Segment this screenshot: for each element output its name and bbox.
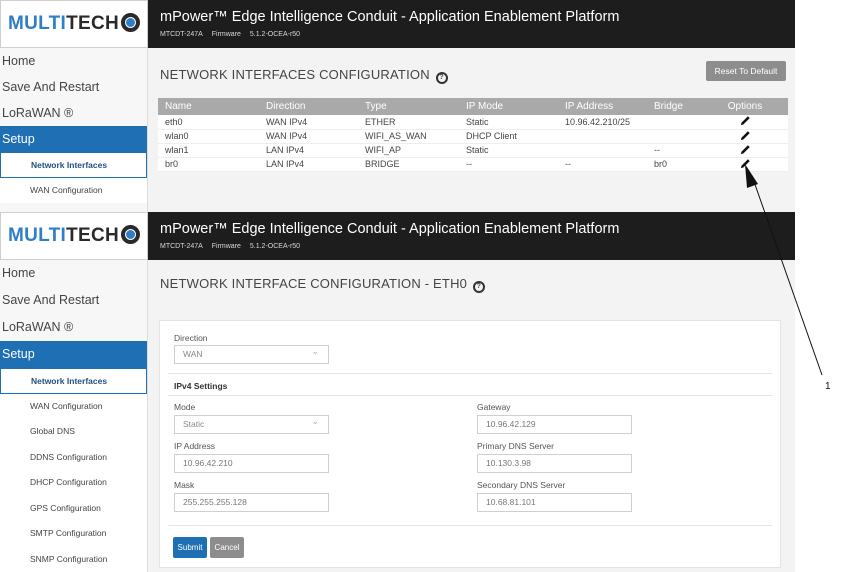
callout-arrow — [745, 164, 823, 376]
callout-number: 1 — [825, 381, 831, 392]
